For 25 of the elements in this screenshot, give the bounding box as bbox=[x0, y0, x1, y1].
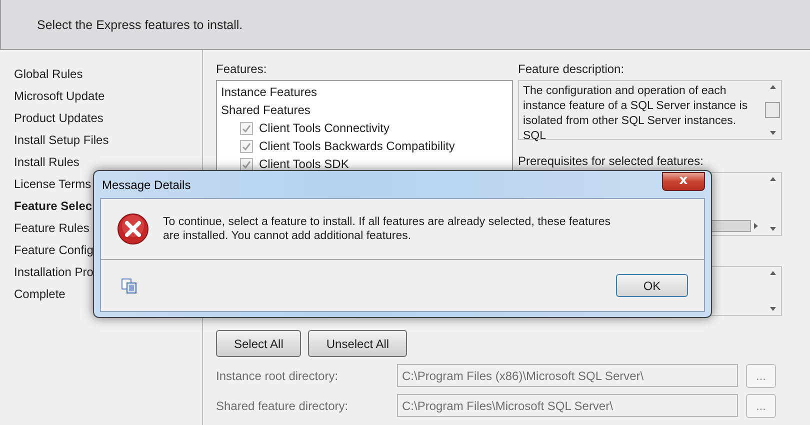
dialog-title: Message Details bbox=[101, 178, 191, 192]
directory-field[interactable]: C:\Program Files (x86)\Microsoft SQL Server\ bbox=[397, 364, 738, 387]
ok-button[interactable]: OK bbox=[616, 274, 688, 297]
directory-field[interactable]: C:\Program Files\Microsoft SQL Server\ bbox=[397, 394, 738, 417]
description-text: The configuration and operation of each instance feature of a SQL Server instance is isolated from other SQL Server instances. SQL bbox=[522, 84, 749, 139]
error-message: To continue, select a feature to install. If all features are already selected, these features are installed. You cannot add additional features. bbox=[163, 215, 612, 243]
action-button[interactable]: Select All bbox=[216, 330, 302, 357]
prerequisites-label: Prerequisites for selected features: bbox=[518, 154, 704, 170]
copy-icon[interactable] bbox=[121, 278, 137, 294]
features-label: Features: bbox=[216, 62, 268, 78]
close-button[interactable]: x bbox=[662, 172, 705, 190]
sidebar-item[interactable]: Complete bbox=[0, 283, 80, 305]
action-button[interactable]: Unselect All bbox=[308, 330, 408, 357]
sidebar-item[interactable]: Install Rules bbox=[0, 151, 94, 173]
field-label: Instance root directory: bbox=[216, 368, 340, 382]
error-icon bbox=[117, 213, 149, 245]
page-subtitle: Select the Express features to install. bbox=[37, 18, 243, 32]
description-label: Feature description: bbox=[518, 62, 626, 78]
field-label: Shared feature directory: bbox=[216, 398, 350, 412]
feature-item[interactable]: Instance Features bbox=[221, 85, 318, 99]
sidebar-item[interactable]: Microsoft Update bbox=[0, 85, 119, 107]
sidebar-item[interactable]: Install Setup Files bbox=[0, 129, 123, 151]
sidebar-item[interactable]: Product Updates bbox=[0, 107, 118, 129]
feature-item[interactable]: Shared Features bbox=[221, 103, 310, 117]
sidebar-item[interactable]: Global Rules bbox=[0, 63, 97, 85]
